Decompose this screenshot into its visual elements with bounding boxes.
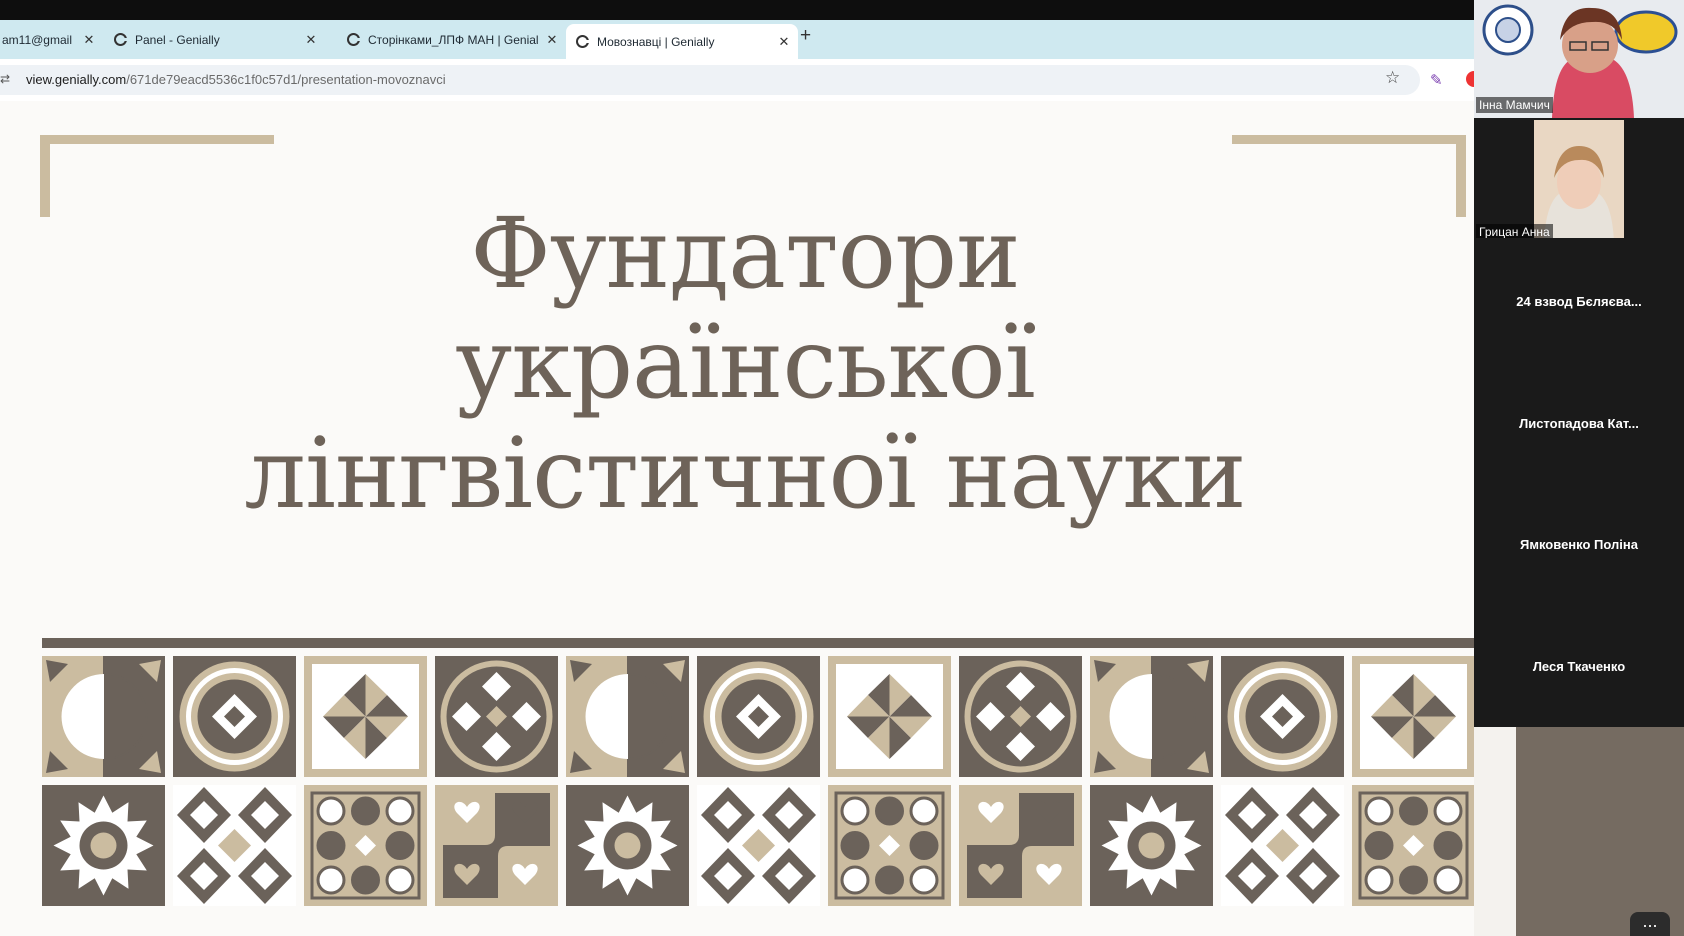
ornament-tile-dots: [1352, 785, 1474, 906]
ornament-tile-pinwheel: [1352, 656, 1474, 777]
title-line-3: лінгвістичної науки: [244, 417, 1246, 530]
close-icon[interactable]: ✕: [81, 32, 97, 48]
participant-name: Інна Мамчич: [1476, 97, 1553, 113]
ornament-tile-diamond-grid: [697, 785, 820, 906]
tab-label: am11@gmail: [2, 32, 72, 47]
genially-icon: [347, 33, 360, 46]
ornament-tile-sun: [566, 785, 689, 906]
ornament-tile-dots: [828, 785, 951, 906]
url-host: view.genially.com: [26, 72, 127, 87]
participant-name[interactable]: Ямковенко Поліна: [1474, 537, 1684, 552]
frame-corner-top-left-h: [40, 135, 274, 144]
ornament-tile-pinwheel: [828, 656, 951, 777]
window-top-bar: [0, 0, 1474, 22]
tab-label: Мовознавці | Genially: [597, 34, 715, 49]
participant-name[interactable]: 24 взвод Бєляєва...: [1474, 294, 1684, 309]
genially-icon: [576, 35, 589, 48]
record-extension-icon[interactable]: [1466, 71, 1474, 87]
ornament-tile-sun: [1090, 785, 1213, 906]
site-info-icon[interactable]: ⇄: [0, 72, 10, 86]
participant-video[interactable]: Інна Мамчич: [1474, 0, 1684, 118]
pen-extension-icon[interactable]: ✎: [1430, 71, 1443, 89]
more-options-button[interactable]: ...: [1630, 912, 1670, 936]
background-block: [1516, 727, 1684, 936]
ornament-tile-circle-diamond: [1221, 656, 1344, 777]
participant-video[interactable]: Грицан Анна: [1474, 120, 1684, 238]
tab-storinkamy[interactable]: Сторінками_ЛПФ МАН | Genial ✕: [343, 24, 564, 55]
ornament-tile-circle-diamond: [697, 656, 820, 777]
background-strip: [1474, 727, 1516, 936]
participant-name[interactable]: Листопадова Кат...: [1474, 416, 1684, 431]
ornament-tile-cross-lattice: [435, 656, 558, 777]
address-bar: ⇄ view.genially.com/671de79eacd5536c1f0c…: [0, 59, 1474, 102]
bookmark-star-icon[interactable]: ☆: [1385, 68, 1400, 88]
tab-gmail[interactable]: am11@gmail ✕: [0, 24, 101, 55]
ornament-divider: [42, 638, 1474, 648]
ornament-tile-half-moon: [42, 656, 165, 777]
tab-label: Сторінками_ЛПФ МАН | Genial: [368, 32, 539, 47]
ornament-tile-diamond-grid: [1221, 785, 1344, 906]
ornament-tile-diamond-grid: [173, 785, 296, 906]
ornament-tile-hearts: [959, 785, 1082, 906]
title-line-1: Фундатори: [470, 197, 1021, 310]
ornament-tile-cross-lattice: [959, 656, 1082, 777]
ornament-tile-pinwheel: [304, 656, 427, 777]
ornament-tile-circle-diamond: [173, 656, 296, 777]
ornament-tile-hearts: [435, 785, 558, 906]
ornament-tile-dots: [304, 785, 427, 906]
frame-corner-top-right-h: [1232, 135, 1466, 144]
tab-strip: am11@gmail ✕ Panel - Genially ✕ Сторінка…: [0, 20, 1474, 59]
participant-name[interactable]: Леся Ткаченко: [1474, 659, 1684, 674]
url-text[interactable]: view.genially.com/671de79eacd5536c1f0c57…: [26, 72, 446, 87]
close-icon[interactable]: ✕: [303, 32, 319, 48]
tab-panel-genially[interactable]: Panel - Genially ✕: [110, 24, 323, 55]
ornament-tile-half-moon: [566, 656, 689, 777]
tab-label: Panel - Genially: [135, 32, 220, 47]
presentation-slide[interactable]: Фундатори української лінгвістичної наук…: [0, 101, 1474, 936]
ornament-tile-grid: [42, 656, 1474, 906]
ornament-tile-half-moon: [1090, 656, 1213, 777]
new-tab-button[interactable]: +: [800, 25, 811, 47]
tab-movoznavtsi[interactable]: Мовознавці | Genially ✕: [566, 24, 798, 59]
participant-name: Грицан Анна: [1476, 224, 1553, 238]
genially-icon: [114, 33, 127, 46]
participant-camera-image: [1474, 120, 1684, 238]
slide-title: Фундатори української лінгвістичної наук…: [0, 199, 1474, 529]
ornament-tile-sun: [42, 785, 165, 906]
close-icon[interactable]: ✕: [544, 32, 560, 48]
close-icon[interactable]: ✕: [776, 34, 792, 50]
title-line-2: української: [455, 307, 1035, 420]
url-path: /671de79eacd5536c1f0c57d1/presentation-m…: [126, 72, 446, 87]
